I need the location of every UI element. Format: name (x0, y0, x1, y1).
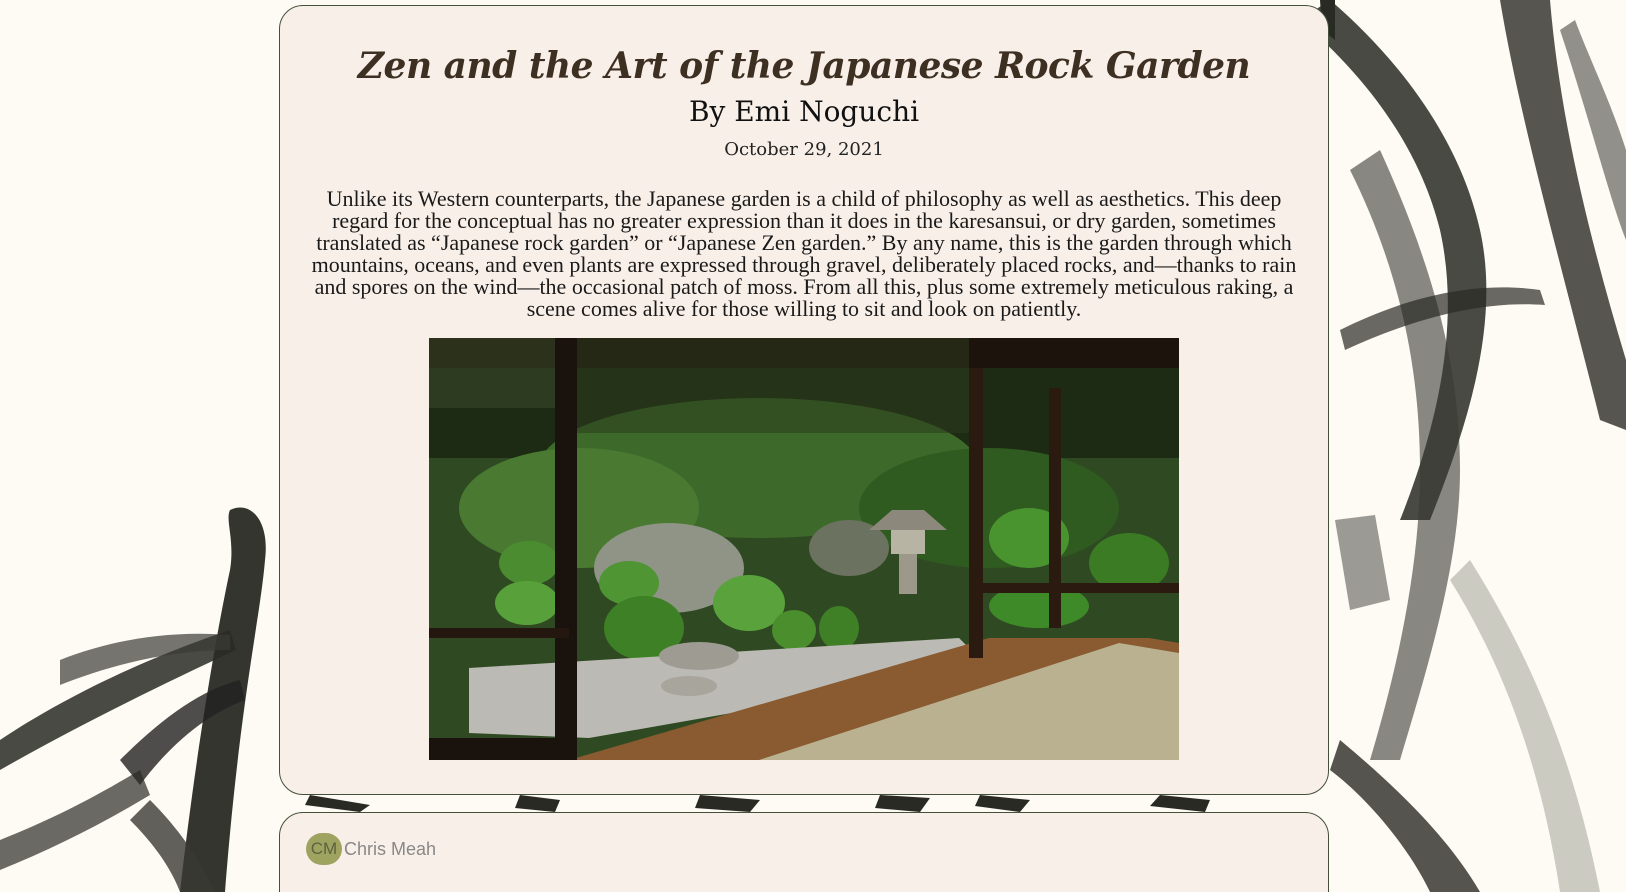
article-card: Zen and the Art of the Japanese Rock Gar… (279, 5, 1329, 795)
garden-photo (429, 338, 1179, 760)
page: Zen and the Art of the Japanese Rock Gar… (0, 0, 1626, 892)
comment-author-name[interactable]: Chris Meah (344, 839, 436, 860)
article-date: October 29, 2021 (724, 139, 884, 160)
article-body: Unlike its Western counterparts, the Jap… (311, 186, 1297, 321)
article-byline: By Emi Noguchi (688, 95, 920, 128)
comment-author[interactable]: CM Chris Meah (306, 833, 436, 865)
avatar[interactable]: CM (306, 833, 342, 865)
comment-card: CM Chris Meah (279, 812, 1329, 892)
article-title: Zen and the Art of the Japanese Rock Gar… (357, 45, 1251, 87)
